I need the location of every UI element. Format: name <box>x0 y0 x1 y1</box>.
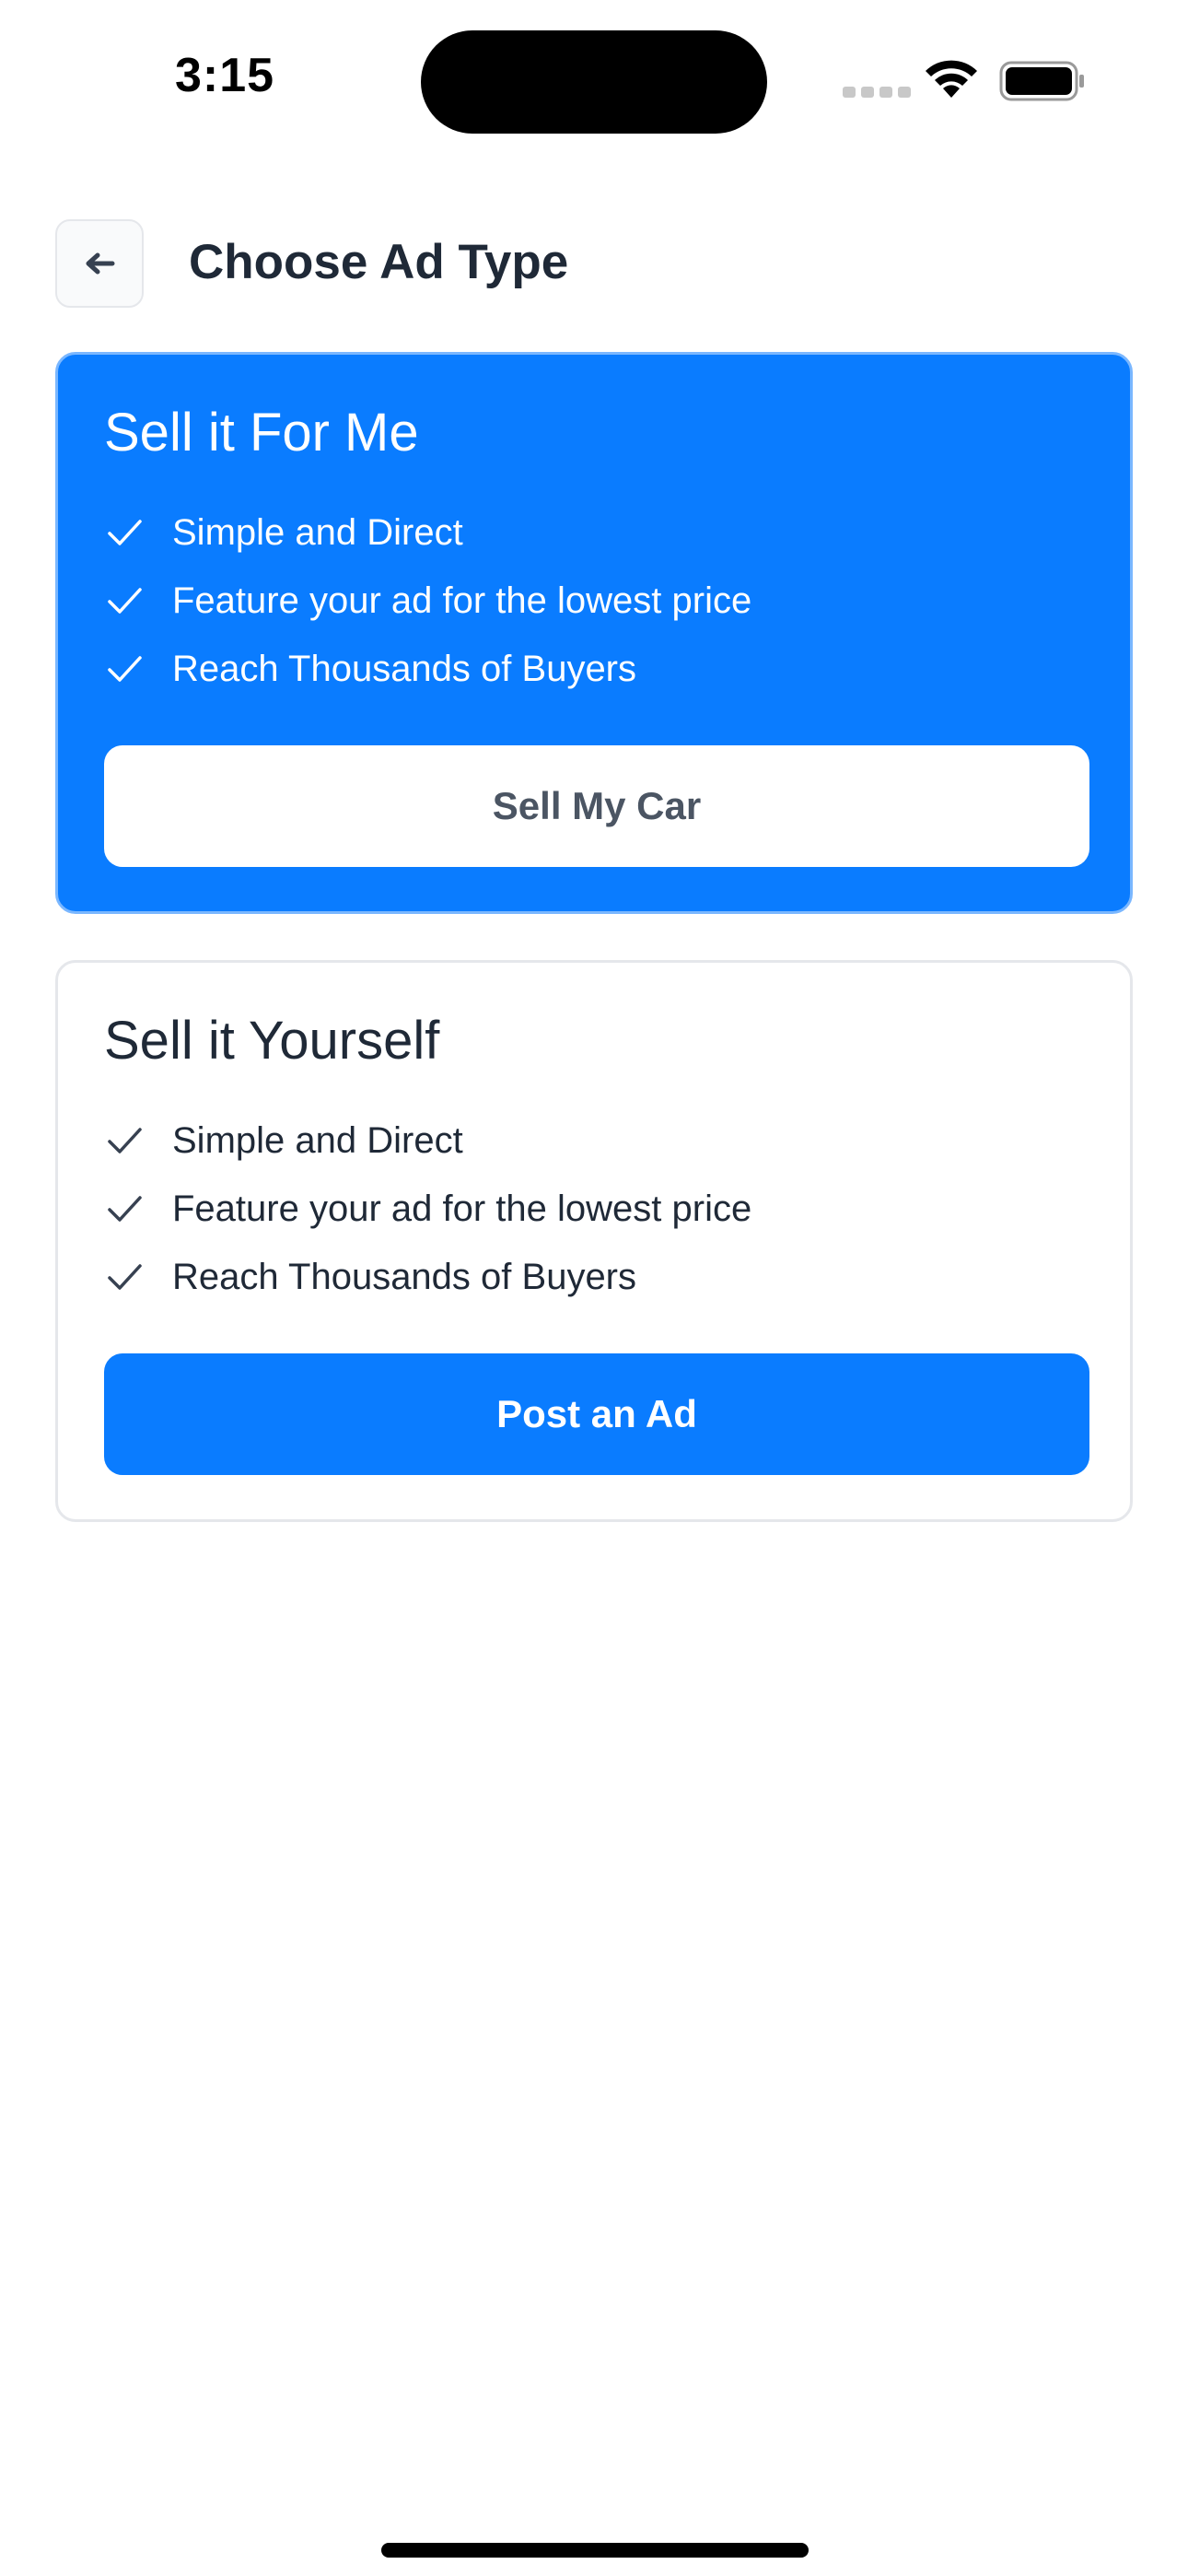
check-icon <box>108 520 142 545</box>
status-bar: 3:15 <box>0 0 1188 157</box>
feature-label: Feature your ad for the lowest price <box>172 580 752 621</box>
post-an-ad-button[interactable]: Post an Ad <box>104 1353 1089 1475</box>
sell-my-car-button[interactable]: Sell My Car <box>104 745 1089 867</box>
feature-item: Reach Thousands of Buyers <box>104 1243 1084 1311</box>
check-icon <box>108 1128 142 1153</box>
feature-label: Reach Thousands of Buyers <box>172 1256 637 1297</box>
check-icon <box>108 656 142 682</box>
card-title: Sell it For Me <box>104 403 419 463</box>
wifi-icon <box>926 60 977 98</box>
battery-icon <box>999 61 1084 101</box>
check-icon <box>108 1264 142 1290</box>
feature-label: Feature your ad for the lowest price <box>172 1188 752 1229</box>
card-title: Sell it Yourself <box>104 1011 440 1071</box>
check-icon <box>108 588 142 614</box>
feature-label: Simple and Direct <box>172 1119 463 1161</box>
sell-for-me-card: Sell it For Me Simple and Direct Feature… <box>55 352 1133 914</box>
arrow-left-icon <box>86 252 115 275</box>
check-icon <box>108 1196 142 1222</box>
cellular-signal-icon <box>843 87 911 98</box>
dynamic-island <box>421 30 767 134</box>
sell-yourself-card: Sell it Yourself Simple and Direct Featu… <box>55 960 1133 1522</box>
feature-item: Feature your ad for the lowest price <box>104 567 1084 635</box>
home-indicator[interactable] <box>381 2543 809 2558</box>
status-time: 3:15 <box>175 49 275 102</box>
page-title: Choose Ad Type <box>189 235 569 289</box>
feature-list: Simple and Direct Feature your ad for th… <box>104 1107 1084 1311</box>
feature-item: Simple and Direct <box>104 1107 1084 1175</box>
feature-list: Simple and Direct Feature your ad for th… <box>104 498 1084 703</box>
feature-item: Simple and Direct <box>104 498 1084 567</box>
back-button[interactable] <box>55 219 144 308</box>
feature-label: Simple and Direct <box>172 511 463 553</box>
feature-item: Reach Thousands of Buyers <box>104 635 1084 703</box>
feature-item: Feature your ad for the lowest price <box>104 1175 1084 1243</box>
feature-label: Reach Thousands of Buyers <box>172 648 637 689</box>
